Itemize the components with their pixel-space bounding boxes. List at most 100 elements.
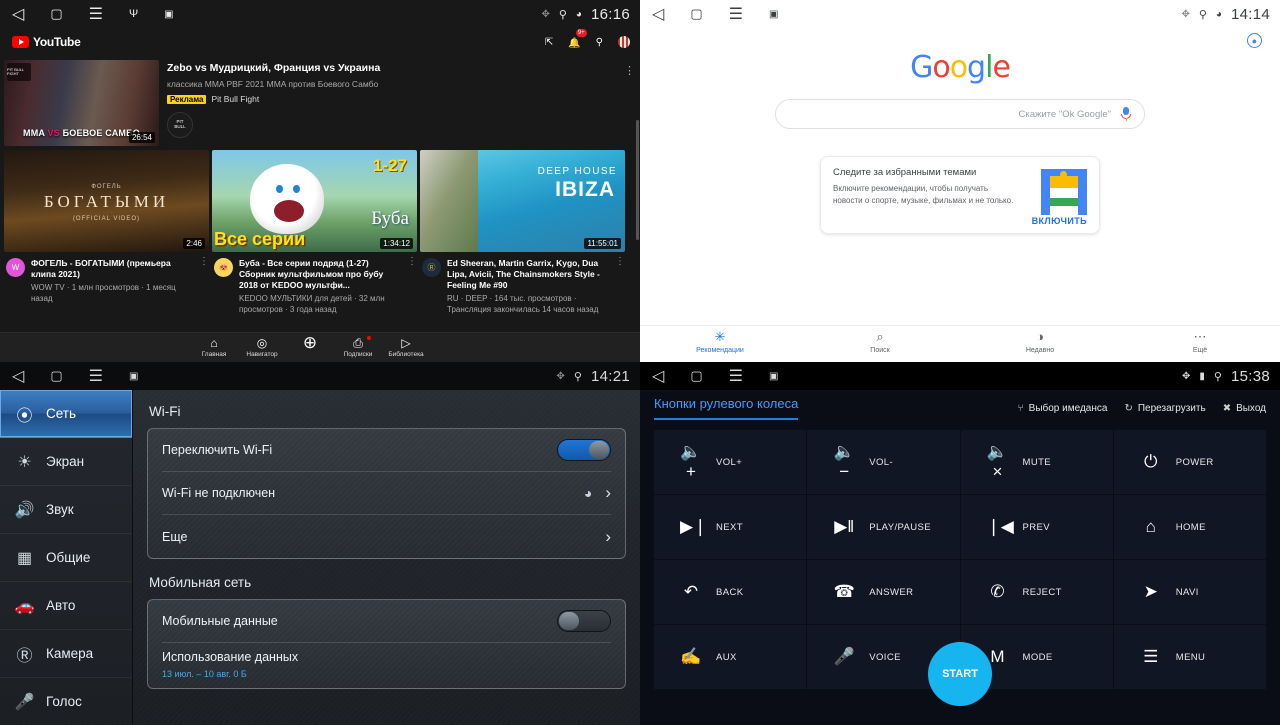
topics-card[interactable]: Следите за избранными темами Включите ре…	[820, 156, 1100, 234]
avatar-icon[interactable]	[618, 36, 630, 48]
home-icon[interactable]: ▢	[690, 6, 702, 22]
video-card[interactable]: 1-27 Буба Все серии 1:34:12 😻 Буба - Все…	[212, 150, 417, 316]
back-icon[interactable]: ◁	[12, 366, 24, 386]
chevron-right-icon[interactable]: ›	[605, 483, 611, 503]
nav-label: Подписки	[334, 351, 382, 358]
ad-thumbnail[interactable]: PIT BULL FIGHT MMA VS БОЕВОЕ САМБО 26:54	[4, 60, 159, 146]
account-avatar[interactable]: ●	[1247, 33, 1262, 48]
ad-card[interactable]: PIT BULL FIGHT MMA VS БОЕВОЕ САМБО 26:54…	[0, 56, 640, 148]
ad-channel-avatar[interactable]: PITBULL	[167, 112, 193, 138]
menu-icon[interactable]: ☰	[729, 4, 743, 24]
menu-icon[interactable]: ☰	[729, 366, 743, 386]
prev-track-icon: ❘◀	[987, 517, 1009, 537]
video-thumb-small: ФОГЕЛЬ	[4, 184, 209, 190]
notifications-icon[interactable]: 🔔 9+	[568, 33, 580, 51]
sidebar-item-car[interactable]: 🚗 Авто	[0, 582, 132, 630]
screenshot-icon[interactable]: ▣	[769, 9, 778, 20]
sparkle-icon: ✳	[640, 330, 800, 344]
compass-icon: ◎	[238, 337, 286, 349]
home-icon: ⌂	[1140, 517, 1162, 537]
microphone-icon[interactable]	[1121, 107, 1132, 121]
exit-button[interactable]: ✖Выход	[1223, 403, 1266, 414]
ad-more-icon[interactable]: ⋮	[624, 64, 635, 77]
swc-button-prev[interactable]: ❘◀PREV	[961, 495, 1113, 559]
swc-button-mute[interactable]: 🔈×MUTE	[961, 430, 1113, 494]
ad-tag: Реклама	[167, 95, 206, 104]
sidebar-item-display[interactable]: ☀ Экран	[0, 438, 132, 486]
sidebar-item-sound[interactable]: 🔊 Звук	[0, 486, 132, 534]
more-icon: ⋯	[1120, 330, 1280, 344]
mobile-data-toggle[interactable]	[557, 610, 611, 632]
channel-avatar[interactable]: Ⓡ	[422, 258, 441, 277]
swc-button-answer[interactable]: ☎ANSWER	[807, 560, 959, 624]
swc-button-play-pause[interactable]: ▶‖PLAY/PAUSE	[807, 495, 959, 559]
youtube-logo[interactable]: YouTube	[12, 35, 80, 49]
home-icon[interactable]: ▢	[690, 368, 702, 384]
tab-more[interactable]: ⋯ Ещё	[1120, 326, 1280, 362]
swc-button-vol-down[interactable]: 🔈−VOL-	[807, 430, 959, 494]
enable-button[interactable]: ВКЛЮЧИТЬ	[833, 216, 1087, 226]
swc-button-home[interactable]: ⌂HOME	[1114, 495, 1266, 559]
scrollbar[interactable]	[636, 120, 639, 240]
back-icon[interactable]: ◁	[652, 366, 664, 386]
sidebar-item-network[interactable]: ⦿ Сеть	[0, 390, 132, 438]
swc-button-power[interactable]: ⏻POWER	[1114, 430, 1266, 494]
tab-recent[interactable]: ◑ Недавно	[960, 326, 1120, 362]
chevron-right-icon[interactable]: ›	[605, 527, 611, 547]
search-icon[interactable]: ⚲	[596, 37, 603, 48]
nav-item-create[interactable]: ⊕	[286, 337, 334, 358]
screenshot-icon[interactable]: ▣	[769, 371, 778, 382]
video-thumbnail[interactable]: 1-27 Буба Все серии 1:34:12	[212, 150, 417, 252]
sidebar-item-label: Общие	[46, 550, 90, 565]
channel-avatar[interactable]: W	[6, 258, 25, 277]
channel-avatar[interactable]: 😻	[214, 258, 233, 277]
swc-button-menu[interactable]: ☰MENU	[1114, 625, 1266, 689]
video-thumbnail[interactable]: ФОГЕЛЬ БОГАТЫМИ (OFFICIAL VIDEO) 2:46	[4, 150, 209, 252]
wifi-toggle[interactable]	[557, 439, 611, 461]
tab-label: Ещё	[1120, 347, 1280, 354]
sidebar-item-voice[interactable]: 🎤 Голос	[0, 678, 132, 725]
swc-button-aux[interactable]: ✍AUX	[654, 625, 806, 689]
swc-button-vol-up[interactable]: 🔈+VOL+	[654, 430, 806, 494]
tab-search[interactable]: ⌕ Поиск	[800, 326, 960, 362]
video-more-icon[interactable]: ⋮	[407, 256, 417, 267]
home-icon[interactable]: ▢	[50, 6, 62, 22]
menu-icon[interactable]: ☰	[89, 4, 103, 24]
video-more-icon[interactable]: ⋮	[199, 256, 209, 267]
wifi-more-row[interactable]: Еще ›	[162, 515, 611, 558]
reload-button[interactable]: ↻Перезагрузить	[1124, 403, 1205, 414]
mobile-data-row[interactable]: Мобильные данные	[162, 600, 611, 643]
impedance-button[interactable]: ⑂Выбор имеданса	[1018, 403, 1108, 414]
nav-item-subscriptions[interactable]: ⎙ Подписки	[334, 337, 382, 358]
home-icon[interactable]: ▢	[50, 368, 62, 384]
menu-icon[interactable]: ☰	[89, 366, 103, 386]
video-card[interactable]: ФОГЕЛЬ БОГАТЫМИ (OFFICIAL VIDEO) 2:46 W …	[4, 150, 209, 316]
tab-recommendations[interactable]: ✳ Рекомендации	[640, 326, 800, 362]
nav-item-library[interactable]: ▷ Библиотека	[382, 337, 430, 358]
swc-button-next[interactable]: ▶❘NEXT	[654, 495, 806, 559]
nav-item-home[interactable]: ⌂ Главная	[190, 337, 238, 358]
sidebar-item-general[interactable]: ▦ Общие	[0, 534, 132, 582]
sound-icon: 🔊	[13, 500, 36, 520]
video-thumbnail[interactable]: DEEP HOUSE IBIZA 11:55:01	[420, 150, 625, 252]
search-bar[interactable]: Скажите "Ok Google"	[775, 99, 1145, 129]
sidebar-item-camera[interactable]: Ⓡ Камера	[0, 630, 132, 678]
back-icon[interactable]: ◁	[652, 4, 664, 24]
wifi-toggle-row[interactable]: Переключить Wi-Fi	[162, 429, 611, 472]
button-label: ANSWER	[869, 587, 913, 598]
video-more-icon[interactable]: ⋮	[615, 256, 625, 267]
swc-button-back[interactable]: ↶BACK	[654, 560, 806, 624]
swc-button-reject[interactable]: ✆REJECT	[961, 560, 1113, 624]
wifi-icon: ◕	[1216, 9, 1222, 20]
nav-item-explore[interactable]: ◎ Навигатор	[238, 337, 286, 358]
cast-icon[interactable]: ⇱	[545, 37, 553, 48]
back-icon[interactable]: ◁	[12, 4, 24, 24]
start-button[interactable]: START	[928, 642, 992, 706]
video-card[interactable]: DEEP HOUSE IBIZA 11:55:01 Ⓡ Ed Sheeran, …	[420, 150, 625, 316]
wifi-status-row[interactable]: Wi-Fi не подключен ◕ ›	[162, 472, 611, 515]
usb-icon[interactable]: Ψ	[129, 8, 138, 20]
data-usage-row[interactable]: Использование данных 13 июл. – 10 авг. 0…	[162, 643, 611, 688]
screenshot-icon[interactable]: ▣	[164, 9, 173, 20]
swc-button-navi[interactable]: ➤NAVI	[1114, 560, 1266, 624]
screenshot-icon[interactable]: ▣	[129, 371, 138, 382]
